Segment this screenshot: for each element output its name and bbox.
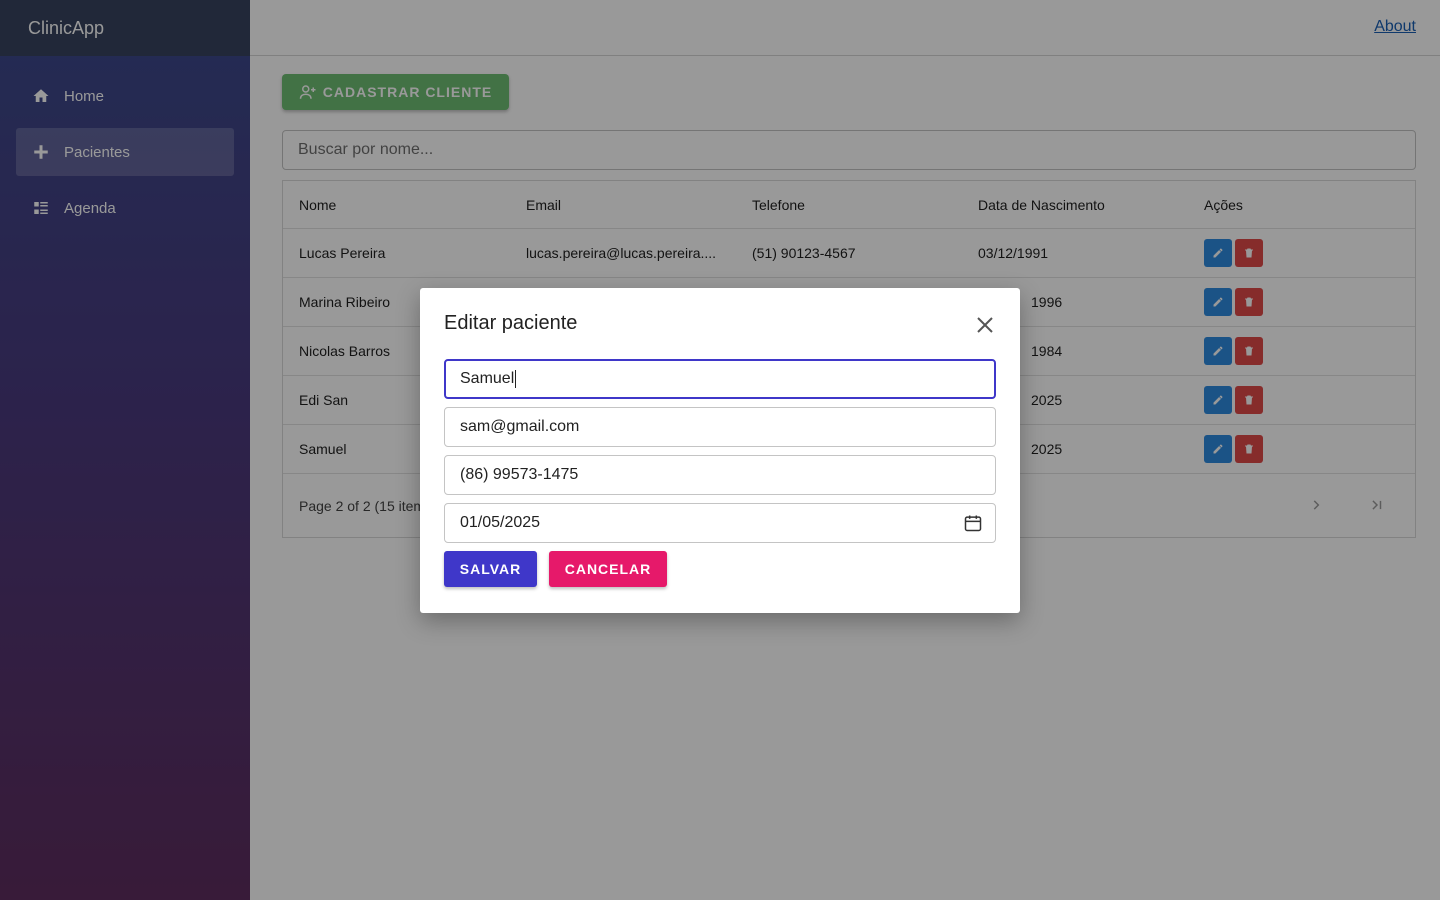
dialog-actions: SALVAR CANCELAR (444, 551, 996, 587)
close-button[interactable] (976, 316, 994, 334)
phone-field-value: (86) 99573-1475 (460, 466, 579, 483)
calendar-icon[interactable] (963, 513, 983, 538)
text-caret (515, 370, 517, 388)
dialog-title: Editar paciente (444, 312, 578, 334)
cancel-button[interactable]: CANCELAR (549, 551, 667, 587)
birthdate-field-value: 01/05/2025 (460, 514, 541, 531)
name-field[interactable]: Samuel (444, 359, 996, 399)
birthdate-field[interactable]: 01/05/2025 (444, 503, 996, 543)
edit-patient-dialog: Editar paciente Samuel sam@gmail.com (86… (420, 288, 1020, 613)
close-icon (977, 317, 993, 333)
email-field-value: sam@gmail.com (460, 418, 580, 435)
phone-field[interactable]: (86) 99573-1475 (444, 455, 996, 495)
name-field-value: Samuel (460, 370, 515, 387)
email-field[interactable]: sam@gmail.com (444, 407, 996, 447)
save-button[interactable]: SALVAR (444, 551, 537, 587)
